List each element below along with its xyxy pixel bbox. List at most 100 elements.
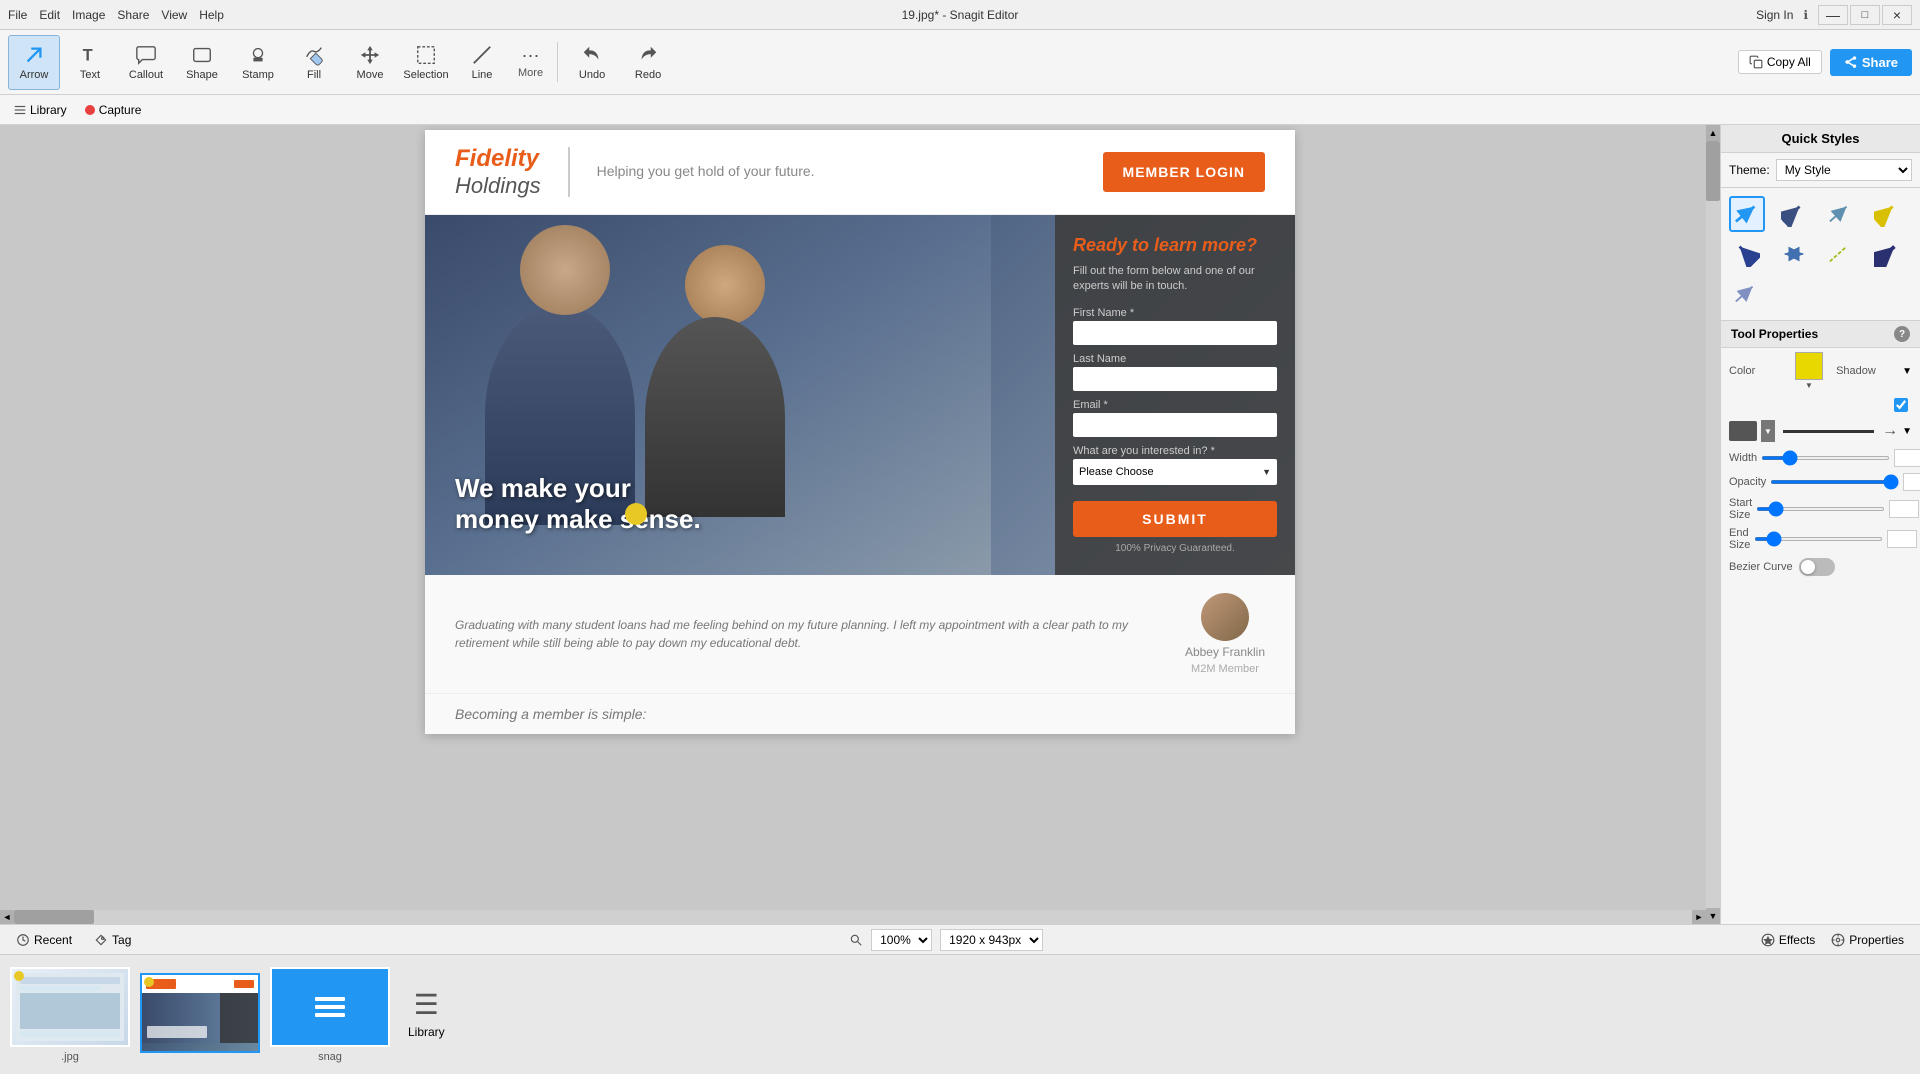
submit-button[interactable]: SUBMIT (1073, 501, 1277, 537)
theme-select[interactable]: My Style (1776, 159, 1912, 181)
bezier-row: Bezier Curve (1721, 554, 1920, 580)
library-button[interactable]: Library (8, 101, 72, 119)
last-name-input[interactable] (1073, 367, 1277, 391)
interest-select[interactable]: Please Choose (1073, 459, 1277, 485)
end-size-slider[interactable] (1754, 537, 1883, 541)
thumb1-content (12, 969, 128, 1045)
share-button[interactable]: Share (1830, 49, 1912, 76)
signin-button[interactable]: Sign In (1756, 8, 1793, 22)
arrow-style-grid (1721, 188, 1920, 320)
tag-tab[interactable]: Tag (88, 931, 137, 949)
arrow-style-5[interactable] (1729, 236, 1765, 272)
text-tool-button[interactable]: T Text (64, 35, 116, 90)
effects-button[interactable]: Effects (1755, 931, 1821, 949)
start-size-value[interactable]: 3 (1889, 500, 1919, 518)
line-start-cap[interactable] (1729, 421, 1757, 441)
undo-label: Undo (579, 69, 605, 81)
fill-tool-button[interactable]: Fill (288, 35, 340, 90)
arrow-style-3[interactable] (1823, 196, 1859, 232)
thumbnail-3[interactable]: snag (270, 967, 390, 1063)
menu-view[interactable]: View (161, 8, 187, 22)
bezier-toggle[interactable] (1799, 558, 1835, 576)
help-button[interactable]: ? (1894, 326, 1910, 342)
color-swatch[interactable] (1795, 352, 1823, 380)
start-size-slider[interactable] (1756, 507, 1885, 511)
interest-group: What are you interested in? * Please Cho… (1073, 445, 1277, 485)
move-tool-button[interactable]: Move (344, 35, 396, 90)
menu-image[interactable]: Image (72, 8, 105, 22)
menu-share[interactable]: Share (117, 8, 149, 22)
arrow-style-1[interactable] (1729, 196, 1765, 232)
line-start-dropdown[interactable]: ▼ (1761, 420, 1775, 442)
recent-tab[interactable]: Recent (10, 931, 78, 949)
status-bar: Recent Tag 100% 1920 x 943px Effects Pro… (0, 924, 1920, 954)
arrow-style-8[interactable] (1869, 236, 1905, 272)
stamp-tool-button[interactable]: Stamp (232, 35, 284, 90)
opacity-slider[interactable] (1770, 480, 1899, 484)
maximize-button[interactable]: □ (1850, 5, 1880, 25)
bezier-label: Bezier Curve (1729, 561, 1793, 573)
callout-tool-button[interactable]: Callout (120, 35, 172, 90)
end-size-value[interactable]: 3 (1887, 530, 1917, 548)
selection-tool-button[interactable]: Selection (400, 35, 452, 90)
more-button[interactable]: ⋯ More (512, 42, 549, 83)
redo-button[interactable]: Redo (622, 35, 674, 90)
member-login-button[interactable]: MEMBER LOGIN (1103, 152, 1265, 192)
email-input[interactable] (1073, 413, 1277, 437)
shape-tool-button[interactable]: Shape (176, 35, 228, 90)
dimensions-select[interactable]: 1920 x 943px (940, 929, 1043, 951)
scroll-thumb-v[interactable] (1706, 141, 1720, 201)
arrow-tool-button[interactable]: Arrow (8, 35, 60, 90)
capture-button[interactable]: Capture (80, 101, 147, 119)
thumbnail-1[interactable]: .jpg (10, 967, 130, 1063)
canvas-area[interactable]: ▲ ▼ ◄ ► Fidelity Holdings Helping you ge… (0, 125, 1720, 924)
scroll-up-arrow[interactable]: ▲ (1706, 125, 1720, 141)
thumb2-content (142, 975, 258, 1051)
arrow-style-2[interactable] (1776, 196, 1812, 232)
first-name-input[interactable] (1073, 321, 1277, 345)
minimize-button[interactable]: — (1818, 5, 1848, 25)
shadow-dropdown[interactable]: ▼ (1902, 366, 1912, 377)
arrow-style-4[interactable] (1869, 196, 1905, 232)
scroll-left-arrow[interactable]: ◄ (0, 910, 14, 924)
properties-button[interactable]: Properties (1825, 931, 1910, 949)
hero-section: We make your money make sense. Ready to … (425, 215, 1295, 575)
search-icon (849, 933, 863, 947)
thumbnail-2[interactable] (140, 973, 260, 1057)
menu-help[interactable]: Help (199, 8, 224, 22)
line-label: Line (472, 69, 493, 81)
line-tool-button[interactable]: Line (456, 35, 508, 90)
arrow-style-7[interactable] (1823, 236, 1859, 272)
menu-file[interactable]: File (8, 8, 27, 22)
scroll-down-arrow[interactable]: ▼ (1706, 908, 1720, 924)
scroll-right-arrow[interactable]: ► (1692, 910, 1706, 924)
opacity-value[interactable]: 100 (1903, 473, 1920, 491)
vertical-scrollbar[interactable]: ▲ ▼ (1706, 125, 1720, 924)
thumb-img-3[interactable] (270, 967, 390, 1047)
form-subtext: Fill out the form below and one of our e… (1073, 264, 1277, 295)
info-icon: ℹ (1803, 8, 1808, 22)
copy-all-button[interactable]: Copy All (1738, 50, 1822, 74)
properties-label: Properties (1849, 933, 1904, 947)
arrow-style-9[interactable] (1729, 276, 1765, 312)
thumb-img-1[interactable] (10, 967, 130, 1047)
undo-button[interactable]: Undo (566, 35, 618, 90)
close-button[interactable]: × (1882, 5, 1912, 25)
menu-edit[interactable]: Edit (39, 8, 60, 22)
width-value[interactable]: 10 (1894, 449, 1920, 467)
scroll-thumb-h[interactable] (14, 910, 94, 924)
thumb-img-2[interactable] (140, 973, 260, 1053)
horizontal-scrollbar[interactable]: ◄ ► (0, 910, 1706, 924)
library-label: Library (408, 1025, 445, 1039)
library-thumbnail[interactable]: ☰ Library (400, 983, 453, 1047)
arrow-style-6[interactable] (1776, 236, 1812, 272)
interest-select-wrapper: Please Choose (1073, 459, 1277, 485)
zoom-select[interactable]: 100% (871, 929, 932, 951)
width-slider[interactable] (1761, 456, 1890, 460)
effects-label: Effects (1779, 933, 1815, 947)
color-dropdown-arrow[interactable]: ▼ (1805, 381, 1813, 390)
move-label: Move (357, 69, 384, 81)
shadow-checkbox[interactable] (1894, 398, 1908, 412)
menu-bar: File Edit Image Share View Help (8, 8, 224, 22)
line-end-dropdown[interactable]: ▼ (1902, 426, 1912, 437)
